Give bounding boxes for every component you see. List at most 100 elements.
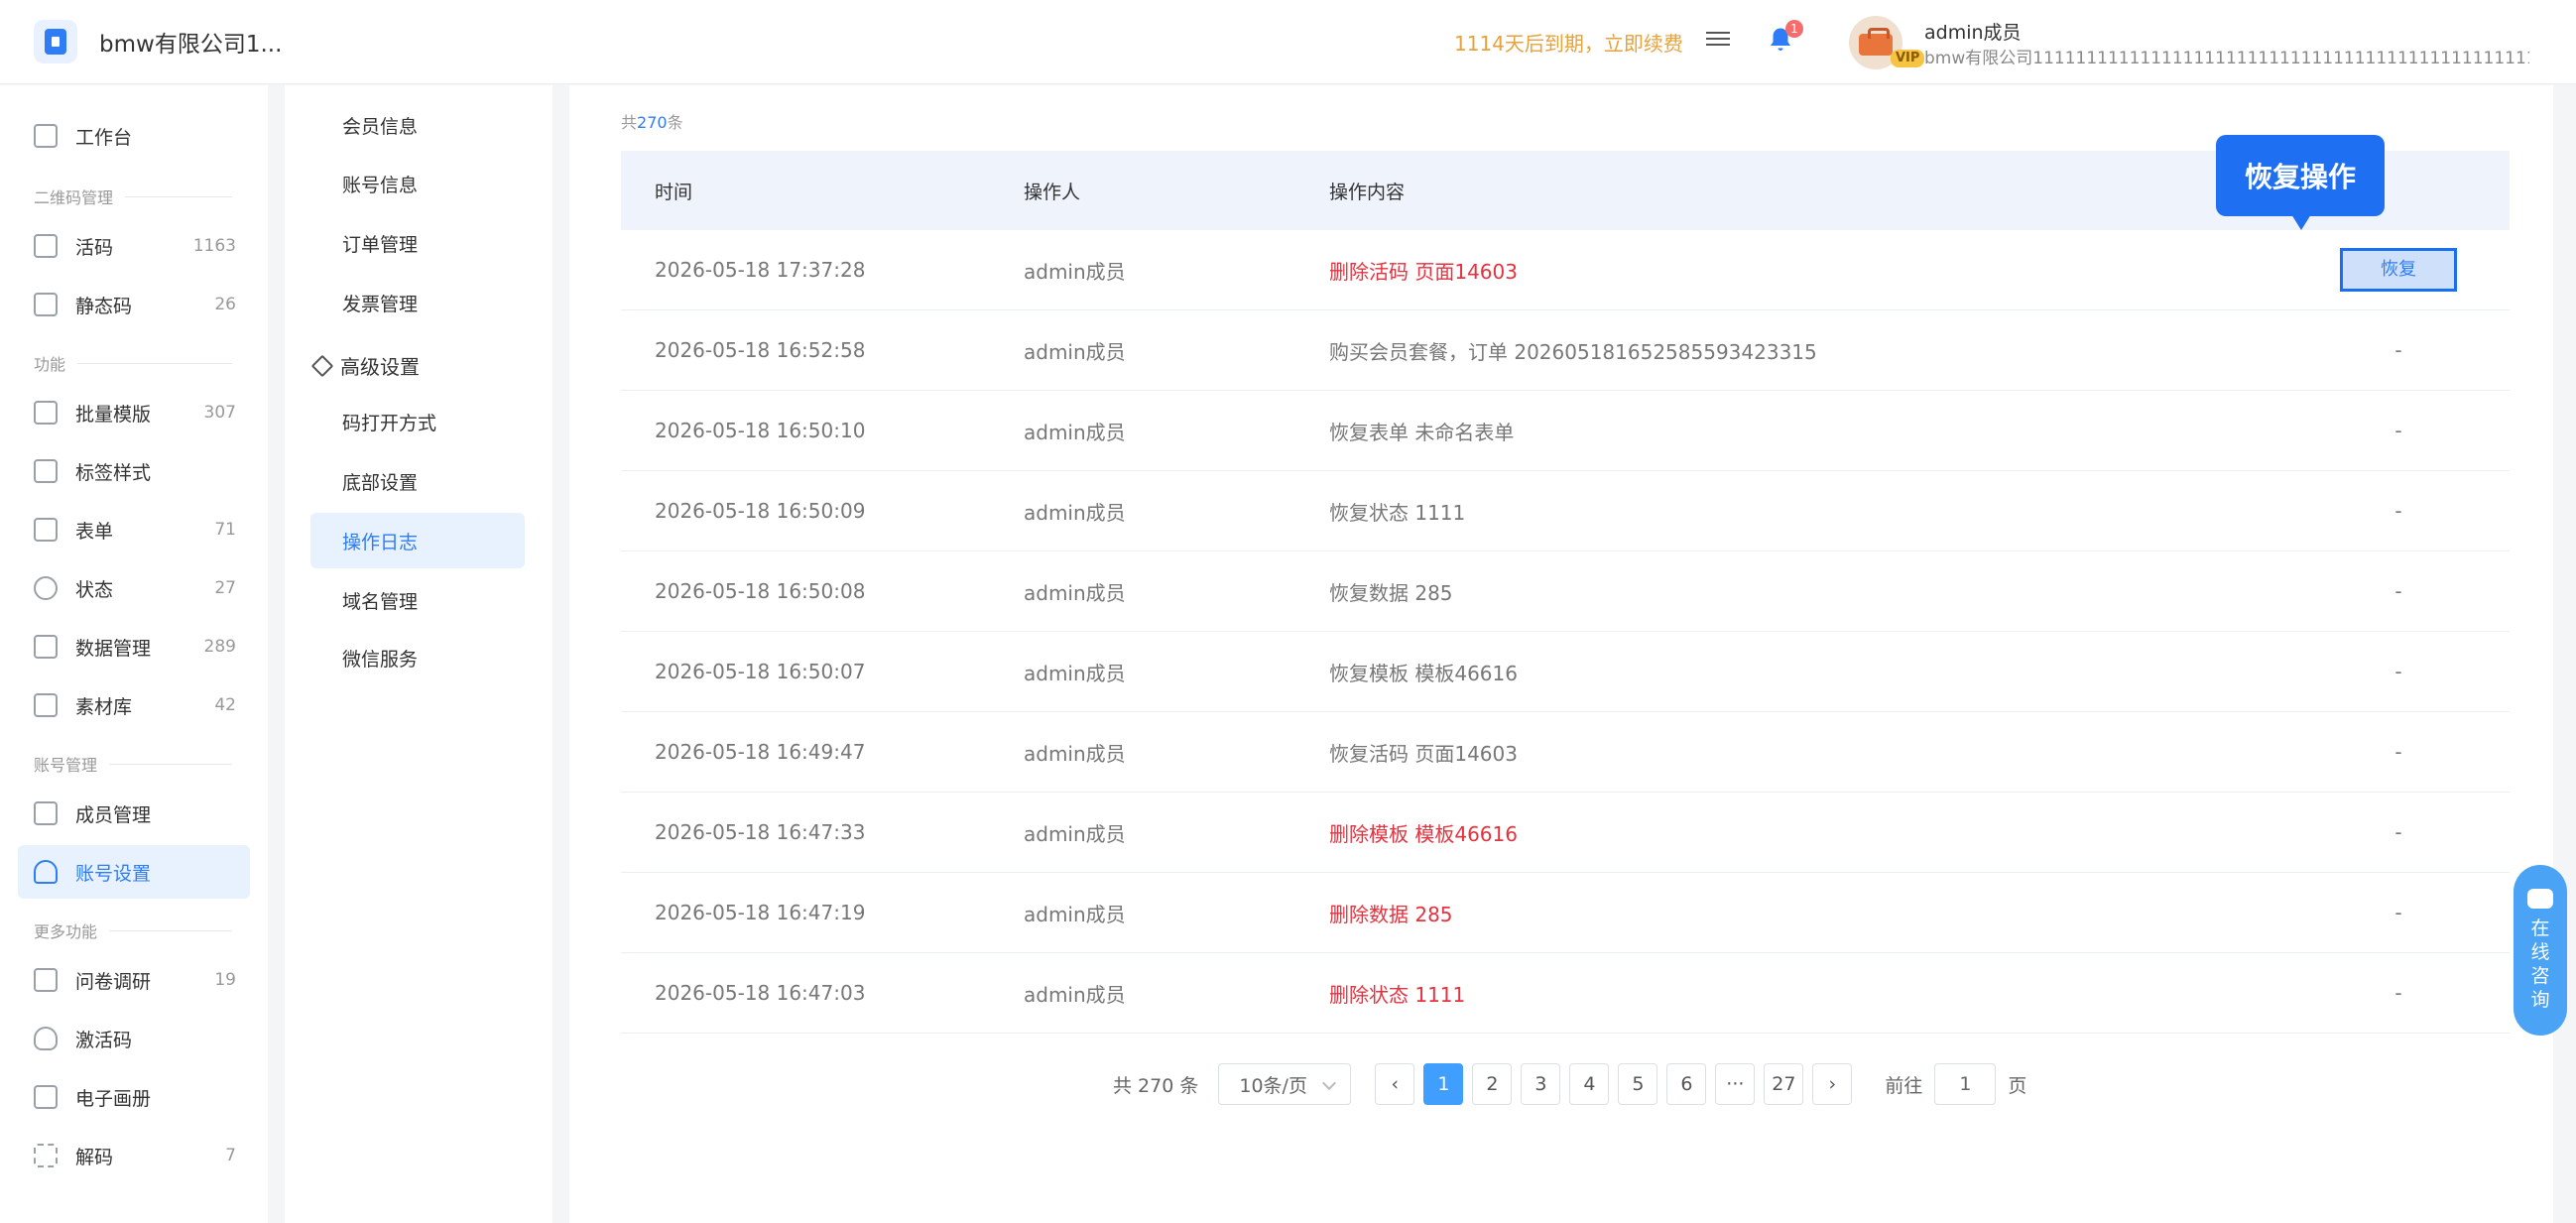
chart-icon: [34, 635, 58, 659]
more-pages-button[interactable]: ···: [1715, 1063, 1756, 1105]
goto-suffix: 页: [2008, 1074, 2027, 1097]
subnav-domain-mgmt[interactable]: 域名管理: [310, 572, 525, 628]
live-code-icon: [34, 234, 58, 258]
cell-time: 2026-05-18 16:50:09: [655, 499, 866, 523]
total-prefix: 共: [621, 113, 638, 132]
subnav-advanced-label: 高级设置: [340, 355, 420, 379]
page-button[interactable]: 4: [1569, 1063, 1610, 1105]
cell-action: -: [2287, 981, 2510, 1005]
no-action: -: [2394, 579, 2402, 603]
sidebar-item-workbench[interactable]: 工作台: [18, 109, 250, 163]
subnav-account-info[interactable]: 账号信息: [310, 156, 525, 211]
cell-operator: admin成员: [1024, 259, 1126, 284]
sidebar-item-label: 批量模版: [75, 403, 152, 426]
column-header-content: 操作内容: [1329, 181, 1406, 203]
cell-time: 2026-05-18 16:47:03: [655, 981, 866, 1005]
total-suffix: 条: [667, 113, 683, 132]
restore-tooltip: 恢复操作: [2216, 135, 2385, 230]
page-button[interactable]: 6: [1666, 1063, 1707, 1105]
goto-page-input[interactable]: 1: [1934, 1063, 1997, 1105]
table-row: 2026-05-18 16:52:58 admin成员 购买会员套餐，订单 2026…: [621, 310, 2510, 391]
cell-operator: admin成员: [1024, 500, 1126, 525]
sidebar-item-live-code[interactable]: 活码 1163: [18, 219, 250, 273]
sidebar-item-label: 标签样式: [75, 461, 152, 484]
cell-content: 删除模板 模板46616: [1329, 821, 1518, 846]
no-action: -: [2394, 981, 2402, 1005]
page-button[interactable]: 1: [1423, 1063, 1464, 1105]
table-row: 2026-05-18 16:47:33 admin成员 删除模板 模板46616 -: [621, 793, 2510, 873]
user-name[interactable]: admin成员: [1924, 18, 2022, 45]
member-icon: [34, 801, 58, 825]
sidebar-group-qrcode: 二维码管理: [34, 184, 232, 208]
cell-content: 恢复数据 285: [1329, 580, 1453, 605]
subnav-footer-settings[interactable]: 底部设置: [310, 453, 525, 509]
table-row: 2026-05-18 16:50:09 admin成员 恢复状态 1111 -: [621, 471, 2510, 551]
cell-action: -: [2287, 660, 2510, 683]
total-count: 270: [637, 113, 668, 132]
company-logo-icon: [34, 20, 77, 63]
menu-icon[interactable]: [1706, 28, 1730, 50]
user-org: bmw有限公司111111111111111111111111111111111…: [1924, 49, 2529, 68]
operation-log-table: 时间 操作人 操作内容 2026-05-18 17:37:28 admin成员 删除…: [621, 151, 2510, 1034]
sidebar-item-count: 71: [214, 520, 236, 540]
sidebar-item-label: 状态: [75, 578, 114, 601]
page-button[interactable]: 2: [1472, 1063, 1513, 1105]
next-page-button[interactable]: ›: [1812, 1063, 1853, 1105]
sidebar-item-static-code[interactable]: 静态码 26: [18, 278, 250, 331]
sidebar-item-member-mgmt[interactable]: 成员管理: [18, 787, 250, 840]
sidebar: 工作台 二维码管理 活码 1163 静态码 26 功能 批量模版 307 标签样…: [0, 85, 268, 1223]
sidebar-item-label-style[interactable]: 标签样式: [18, 444, 250, 498]
sidebar-item-batch-template[interactable]: 批量模版 307: [18, 386, 250, 439]
sidebar-item-label: 成员管理: [75, 803, 152, 826]
online-consult-button[interactable]: 在 线 咨 询: [2514, 865, 2567, 1036]
column-header-time: 时间: [655, 181, 693, 203]
pagination-total: 共 270 条: [1113, 1074, 1199, 1097]
page-button[interactable]: 5: [1618, 1063, 1658, 1105]
sidebar-item-ebook[interactable]: 电子画册: [18, 1070, 250, 1124]
page-size-select[interactable]: 10条/页: [1218, 1063, 1352, 1105]
subnav-operation-log[interactable]: 操作日志: [310, 513, 525, 568]
sidebar-item-status[interactable]: 状态 27: [18, 561, 250, 615]
subnav-order-mgmt[interactable]: 订单管理: [310, 215, 525, 271]
no-action: -: [2394, 338, 2402, 362]
sidebar-item-survey[interactable]: 问卷调研 19: [18, 953, 250, 1007]
no-action: -: [2394, 499, 2402, 523]
sidebar-item-form[interactable]: 表单 71: [18, 503, 250, 556]
table-row: 2026-05-18 16:50:07 admin成员 恢复模板 模板46616 -: [621, 632, 2510, 712]
subnav-advanced-header[interactable]: 高级设置: [310, 351, 420, 380]
subnav-wechat-service[interactable]: 微信服务: [310, 630, 525, 685]
brand[interactable]: bmw有限公司1...: [34, 20, 282, 63]
sidebar-item-decode[interactable]: 解码 7: [18, 1129, 250, 1182]
subnav-open-mode[interactable]: 码打开方式: [310, 394, 525, 449]
sidebar-item-activation[interactable]: 激活码: [18, 1012, 250, 1065]
cell-content: 购买会员套餐，订单 20260518165258559342331​5: [1329, 339, 1817, 364]
sidebar-item-label: 激活码: [75, 1029, 133, 1051]
prev-page-button[interactable]: ‹: [1375, 1063, 1415, 1105]
copy-icon: [34, 401, 58, 425]
sidebar-item-account-settings[interactable]: 账号设置: [18, 845, 250, 899]
sidebar-item-count: 1163: [192, 236, 236, 256]
subnav-member-info[interactable]: 会员信息: [310, 97, 525, 153]
restore-button[interactable]: 恢复: [2340, 248, 2457, 292]
table-row: 2026-05-18 17:37:28 admin成员 删除活码 页面14603 恢复: [621, 230, 2510, 310]
cell-action: 恢复: [2287, 248, 2510, 292]
sidebar-item-label: 账号设置: [75, 862, 152, 885]
cell-action: -: [2287, 499, 2510, 523]
page-button[interactable]: 27: [1764, 1063, 1804, 1105]
sidebar-item-data-mgmt[interactable]: 数据管理 289: [18, 620, 250, 673]
subnav-invoice-mgmt[interactable]: 发票管理: [310, 275, 525, 330]
cell-content: 恢复状态 1111: [1329, 500, 1466, 525]
page-list: 1 2 3 4 5 6 ··· 27: [1423, 1063, 1812, 1105]
cell-action: -: [2287, 740, 2510, 764]
cell-content: 删除活码 页面14603: [1329, 259, 1518, 284]
sidebar-item-label: 素材库: [75, 695, 133, 718]
cell-action: -: [2287, 338, 2510, 362]
expire-renew-link[interactable]: 1114天后到期，立即续费: [1454, 28, 1683, 57]
sidebar-item-material[interactable]: 素材库 42: [18, 678, 250, 732]
page-button[interactable]: 3: [1521, 1063, 1561, 1105]
main-content: 共270条 时间 操作人 操作内容 2026-05-18 17:37:28 adm…: [569, 85, 2553, 1223]
shield-icon: [34, 1027, 58, 1050]
sub-navigation: 会员信息 账号信息 订单管理 发票管理 高级设置 码打开方式 底部设置 操作日志…: [285, 85, 552, 1223]
company-name: bmw有限公司1...: [99, 32, 283, 58]
folder-icon: [34, 693, 58, 717]
